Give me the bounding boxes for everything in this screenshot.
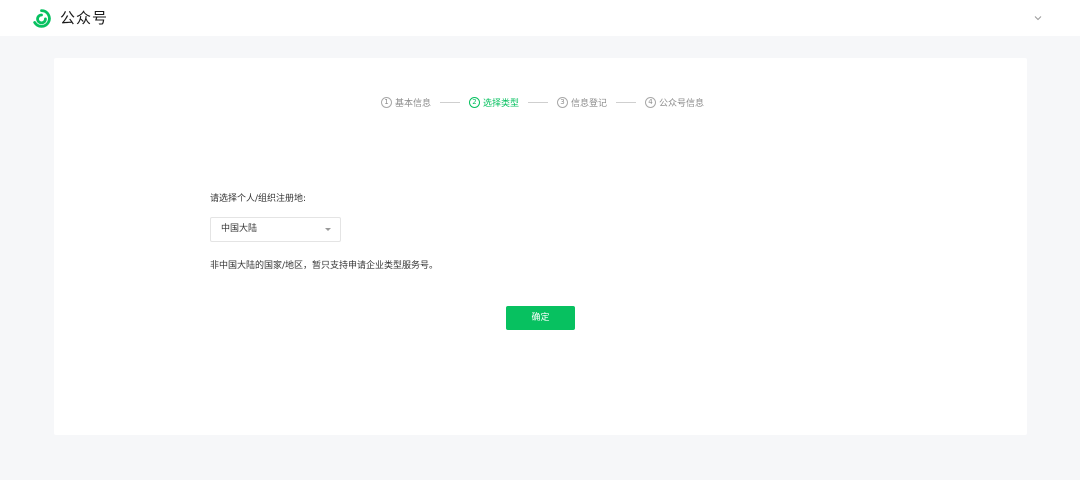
step-account-info: 4 公众号信息 <box>645 96 704 109</box>
step-number: 3 <box>557 97 568 108</box>
step-number: 2 <box>468 97 480 108</box>
step-info-registration: 3 信息登记 <box>557 96 607 109</box>
step-label: 公众号信息 <box>659 99 705 109</box>
region-select-value: 中国大陆 <box>221 224 258 234</box>
step-separator <box>528 102 548 103</box>
region-hint: 非中国大陆的国家/地区，暂只支持申请企业类型服务号。 <box>210 261 439 271</box>
step-indicator: 1 基本信息 2 选择类型 3 信息登记 4 公众号信息 <box>54 96 1027 109</box>
caret-down-icon <box>325 228 331 231</box>
step-number: 4 <box>645 97 657 108</box>
confirm-button[interactable]: 确定 <box>506 306 575 330</box>
step-select-type: 2 选择类型 <box>468 96 519 109</box>
step-label: 选择类型 <box>482 99 519 109</box>
region-label: 请选择个人/组织注册地: <box>210 194 307 204</box>
step-separator <box>439 102 460 103</box>
step-label: 信息登记 <box>571 99 608 109</box>
chevron-down-icon[interactable] <box>1032 12 1044 24</box>
step-basic-info: 1 基本信息 <box>380 96 431 109</box>
registration-card: 1 基本信息 2 选择类型 3 信息登记 4 公众号信息 请选择个人/组织注册地… <box>54 58 1027 435</box>
top-bar: 公众号 <box>0 0 1080 36</box>
step-number: 1 <box>380 97 392 108</box>
step-separator <box>616 102 637 103</box>
brand-title: 公众号 <box>60 9 109 27</box>
step-label: 基本信息 <box>394 99 431 109</box>
wechat-official-account-logo-icon <box>33 9 51 28</box>
region-select[interactable]: 中国大陆 <box>210 217 341 242</box>
